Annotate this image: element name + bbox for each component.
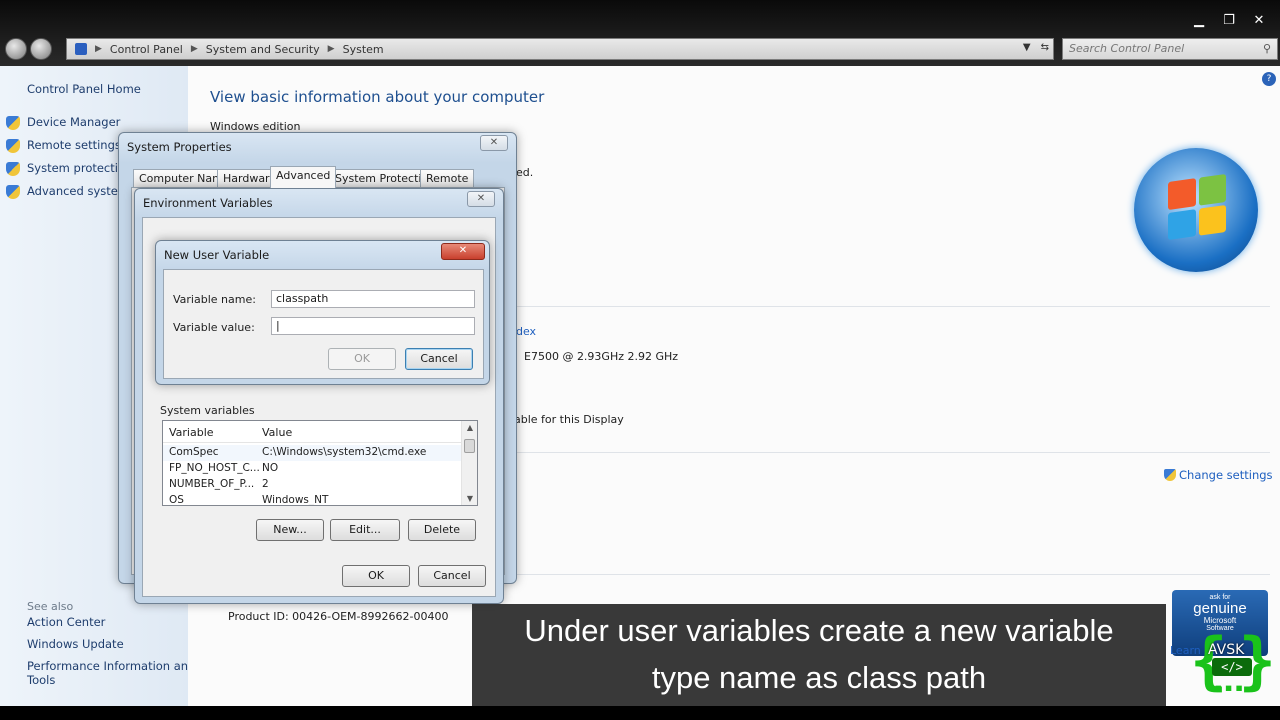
new-system-variable-button[interactable]: New... [256, 519, 324, 541]
change-settings-link[interactable]: Change settings [1164, 468, 1273, 482]
badge-line-2: genuine [1193, 600, 1247, 617]
address-bar[interactable]: ▶ Control Panel ▶ System and Security ▶ … [66, 38, 1054, 60]
dialog-title: New User Variable [164, 248, 270, 262]
device-manager-link[interactable]: Device Manager [27, 115, 120, 129]
forward-button[interactable] [30, 38, 52, 60]
chevron-right-icon: ▶ [95, 44, 102, 54]
channel-watermark: { } AVSK </> ▪▪▪ [1190, 626, 1276, 706]
search-placeholder: Search Control Panel [1069, 42, 1185, 55]
variable-name: ComSpec [169, 446, 219, 458]
dialog-title: System Properties [127, 140, 232, 154]
shield-icon [6, 139, 20, 153]
action-center-link[interactable]: Action Center [27, 615, 105, 629]
windows-update-link[interactable]: Windows Update [27, 637, 124, 651]
remote-settings-link[interactable]: Remote settings [27, 138, 121, 152]
shield-icon [6, 185, 20, 199]
search-input[interactable]: Search Control Panel ⚲ [1062, 38, 1278, 60]
variable-value: C:\Windows\system32\cmd.exe [262, 446, 427, 458]
window-controls: ▁ ❐ ✕ [1190, 12, 1268, 30]
variable-name-field[interactable]: classpath [271, 290, 475, 308]
code-tag-icon: </> [1212, 658, 1252, 676]
copyright-fragment: ed. [516, 166, 534, 179]
table-row[interactable]: NUMBER_OF_P... 2 [163, 477, 463, 493]
edit-system-variable-button[interactable]: Edit... [330, 519, 400, 541]
watermark-label: AVSK [1208, 642, 1245, 658]
ok-button[interactable]: OK [328, 348, 396, 370]
address-bar-actions: ▼ ⇆ [1023, 42, 1049, 53]
see-also-header: See also [27, 600, 74, 613]
product-id: Product ID: 00426-OEM-8992662-00400 [228, 610, 449, 623]
control-panel-icon [75, 43, 87, 55]
tab-advanced[interactable]: Advanced [270, 166, 337, 188]
cancel-button[interactable]: Cancel [418, 565, 486, 587]
variable-value: 2 [262, 478, 269, 490]
delete-system-variable-button[interactable]: Delete [408, 519, 476, 541]
variable-name: NUMBER_OF_P... [169, 478, 255, 490]
caption-line-1: Under user variables create a new variab… [524, 613, 1114, 648]
breadcrumb-control-panel[interactable]: Control Panel [110, 43, 183, 56]
variable-value: NO [262, 462, 279, 474]
column-header-value[interactable]: Value [262, 426, 292, 439]
breadcrumb-system-and-security[interactable]: System and Security [206, 43, 320, 56]
control-panel-home-link[interactable]: Control Panel Home [27, 82, 141, 96]
dialog-title: Environment Variables [143, 196, 273, 210]
shield-icon [1164, 469, 1176, 481]
close-icon[interactable]: ✕ [467, 191, 495, 207]
performance-information-link[interactable]: Performance Information and [27, 659, 195, 673]
system-variables-label: System variables [160, 404, 255, 417]
variable-value-label: Variable value: [173, 321, 255, 334]
variable-name: OS [169, 494, 184, 506]
close-icon[interactable]: ✕ [441, 243, 485, 260]
search-icon[interactable]: ⚲ [1263, 42, 1271, 55]
scrollbar-thumb[interactable] [464, 439, 475, 453]
system-protection-link[interactable]: System protection [27, 161, 132, 175]
page-title: View basic information about your comput… [210, 88, 545, 106]
list-scrollbar[interactable]: ▲ ▼ [461, 421, 477, 505]
shield-icon [6, 116, 20, 130]
new-user-variable-dialog: New User Variable ✕ Variable name: class… [155, 240, 490, 385]
minimize-button[interactable]: ▁ [1190, 12, 1208, 30]
subtitle-caption: Under user variables create a new variab… [472, 604, 1166, 706]
system-variables-list[interactable]: Variable Value ComSpec C:\Windows\system… [162, 420, 478, 506]
processor-value: E7500 @ 2.93GHz 2.92 GHz [524, 350, 679, 363]
cancel-button[interactable]: Cancel [405, 348, 473, 370]
list-header: Variable Value [163, 421, 463, 443]
tab-remote[interactable]: Remote [420, 169, 475, 187]
table-row[interactable]: OS Windows_NT [163, 493, 463, 506]
chevron-down-icon[interactable]: ▼ [1023, 42, 1031, 53]
table-row[interactable]: FP_NO_HOST_C... NO [163, 461, 463, 477]
advanced-system-link[interactable]: Advanced system [27, 184, 129, 198]
new-user-variable-body: Variable name: classpath Variable value:… [163, 269, 484, 379]
windows-flag-icon [1168, 173, 1226, 241]
chevron-right-icon: ▶ [190, 44, 198, 54]
variable-value-field[interactable]: | [271, 317, 475, 335]
table-row[interactable]: ComSpec C:\Windows\system32\cmd.exe [163, 445, 463, 461]
scroll-down-icon[interactable]: ▼ [462, 494, 477, 503]
caption-line-2: type name as class path [651, 660, 987, 695]
chevron-right-icon: ▶ [327, 44, 335, 54]
change-settings-label: Change settings [1179, 468, 1273, 482]
close-button[interactable]: ✕ [1250, 12, 1268, 30]
window-titlebar: ▁ ❐ ✕ ▶ Control Panel ▶ System and Secur… [0, 0, 1280, 66]
variable-name: FP_NO_HOST_C... [169, 462, 260, 474]
breadcrumb-system[interactable]: System [343, 43, 384, 56]
variable-name-label: Variable name: [173, 293, 256, 306]
variable-value: Windows_NT [262, 494, 329, 506]
windows-logo [1134, 148, 1258, 272]
dots-icon: ▪▪▪ [1214, 680, 1246, 696]
shield-icon [6, 162, 20, 176]
back-button[interactable] [5, 38, 27, 60]
close-icon[interactable]: ✕ [480, 135, 508, 151]
scroll-up-icon[interactable]: ▲ [462, 423, 477, 432]
experience-index-link-fragment[interactable]: dex [516, 325, 536, 338]
refresh-icon[interactable]: ⇆ [1041, 42, 1049, 53]
column-header-variable[interactable]: Variable [169, 426, 214, 439]
performance-information-link-line2[interactable]: Tools [27, 673, 55, 687]
ok-button[interactable]: OK [342, 565, 410, 587]
maximize-button[interactable]: ❐ [1220, 12, 1238, 30]
help-icon[interactable]: ? [1262, 72, 1276, 86]
pen-touch-value: able for this Display [514, 413, 624, 426]
